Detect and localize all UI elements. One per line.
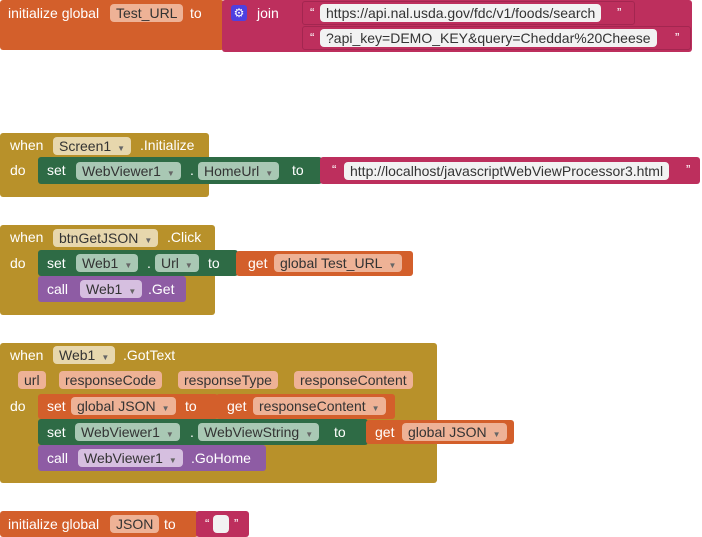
component-dropdown[interactable]: WebViewer1 ▼ xyxy=(75,423,180,441)
do-label: do xyxy=(10,255,26,271)
component-dropdown[interactable]: btnGetJSON ▼ xyxy=(53,229,159,247)
gear-icon[interactable]: ⚙ xyxy=(231,5,247,21)
param-url[interactable]: url xyxy=(18,371,46,389)
get-global-test-url-block[interactable]: get global Test_URL ▼ xyxy=(236,251,413,276)
call-label: call xyxy=(47,281,69,297)
get-response-content-block[interactable]: get responseContent ▼ xyxy=(216,394,395,419)
empty-text-field[interactable] xyxy=(213,515,229,533)
to-label: to xyxy=(208,255,220,271)
close-quote: ” xyxy=(234,516,239,531)
to-label: to xyxy=(185,398,197,414)
open-quote: “ xyxy=(332,162,337,177)
variable-dropdown[interactable]: global JSON ▼ xyxy=(402,423,507,441)
init-global-test-url-block[interactable]: initialize global Test_URL to xyxy=(0,0,224,50)
text-block-url[interactable]: “ https://api.nal.usda.gov/fdc/v1/foods/… xyxy=(302,1,635,25)
event-label: .Click xyxy=(167,229,202,245)
do-label: do xyxy=(10,162,26,178)
method-label: .GoHome xyxy=(191,450,251,466)
set-label: set xyxy=(47,162,66,178)
to-label: to xyxy=(334,424,346,440)
set-global-json-block[interactable]: set global JSON ▼ to xyxy=(38,394,218,419)
component-dropdown[interactable]: Web1 ▼ xyxy=(76,254,139,272)
set-label: set xyxy=(47,424,66,440)
when-label: when xyxy=(10,347,44,363)
variable-dropdown[interactable]: responseContent ▼ xyxy=(253,397,386,415)
text-field-homeurl[interactable]: http://localhost/javascriptWebViewProces… xyxy=(344,162,670,180)
to-label: to xyxy=(292,162,304,178)
dot-label: . xyxy=(147,255,151,271)
get-label: get xyxy=(375,424,395,440)
param-response-code[interactable]: responseCode xyxy=(59,371,163,389)
param-response-content[interactable]: responseContent xyxy=(294,371,413,389)
dot-label: . xyxy=(190,162,194,178)
to-label: to xyxy=(190,5,202,21)
set-label: set xyxy=(47,398,66,414)
text-block-homeurl[interactable]: “ http://localhost/javascriptWebViewProc… xyxy=(320,157,700,184)
open-quote: “ xyxy=(310,5,315,20)
component-dropdown[interactable]: Web1 ▼ xyxy=(80,280,143,298)
get-label: get xyxy=(227,398,247,414)
param-response-type[interactable]: responseType xyxy=(178,371,278,389)
set-webviewer-webviewstring-block[interactable]: set WebViewer1 ▼ . WebViewString ▼ to xyxy=(38,419,368,445)
variable-dropdown[interactable]: global JSON ▼ xyxy=(71,397,176,415)
open-quote: “ xyxy=(310,30,315,45)
var-name-field[interactable]: JSON xyxy=(110,515,160,533)
text-block-query[interactable]: “ ?api_key=DEMO_KEY&query=Cheddar%20Chee… xyxy=(302,26,691,50)
event-label: .GotText xyxy=(123,347,176,363)
call-webviewer-gohome-block[interactable]: call WebViewer1 ▼ .GoHome xyxy=(38,445,266,471)
property-dropdown[interactable]: WebViewString ▼ xyxy=(198,423,320,441)
empty-text-block[interactable]: “ ” xyxy=(196,511,249,537)
do-label: do xyxy=(10,398,26,414)
open-quote: “ xyxy=(205,516,210,531)
property-dropdown[interactable]: Url ▼ xyxy=(155,254,199,272)
get-global-json-block[interactable]: get global JSON ▼ xyxy=(366,420,514,444)
init-label: initialize global xyxy=(8,516,100,532)
call-label: call xyxy=(47,450,69,466)
when-label: when xyxy=(10,137,44,153)
close-quote: ” xyxy=(675,30,680,45)
component-dropdown[interactable]: WebViewer1 ▼ xyxy=(76,162,181,180)
component-dropdown[interactable]: Web1 ▼ xyxy=(53,346,116,364)
property-dropdown[interactable]: HomeUrl ▼ xyxy=(198,162,280,180)
to-label: to xyxy=(164,516,176,532)
dot-label: . xyxy=(190,424,194,440)
join-block[interactable]: ⚙ join “ https://api.nal.usda.gov/fdc/v1… xyxy=(222,0,692,52)
call-web1-get-block[interactable]: call Web1 ▼ .Get xyxy=(38,276,186,302)
component-dropdown[interactable]: Screen1 ▼ xyxy=(53,137,132,155)
variable-dropdown[interactable]: global Test_URL ▼ xyxy=(274,254,403,272)
get-label: get xyxy=(248,255,268,271)
close-quote: ” xyxy=(617,5,622,20)
set-webviewer-homeurl-block[interactable]: set WebViewer1 ▼ . HomeUrl ▼ to xyxy=(38,157,322,184)
close-quote: ” xyxy=(686,162,691,177)
join-label: join xyxy=(257,5,279,21)
set-web1-url-block[interactable]: set Web1 ▼ . Url ▼ to xyxy=(38,250,238,276)
text-field-url[interactable]: https://api.nal.usda.gov/fdc/v1/foods/se… xyxy=(320,4,602,22)
method-label: .Get xyxy=(148,281,175,297)
init-global-json-block[interactable]: initialize global JSON to xyxy=(0,511,198,537)
var-name-field[interactable]: Test_URL xyxy=(110,4,184,22)
when-label: when xyxy=(10,229,44,245)
text-field-query[interactable]: ?api_key=DEMO_KEY&query=Cheddar%20Cheese xyxy=(320,29,657,47)
init-label: initialize global xyxy=(8,5,100,21)
set-label: set xyxy=(47,255,66,271)
component-dropdown[interactable]: WebViewer1 ▼ xyxy=(78,449,183,467)
event-label: .Initialize xyxy=(140,137,195,153)
